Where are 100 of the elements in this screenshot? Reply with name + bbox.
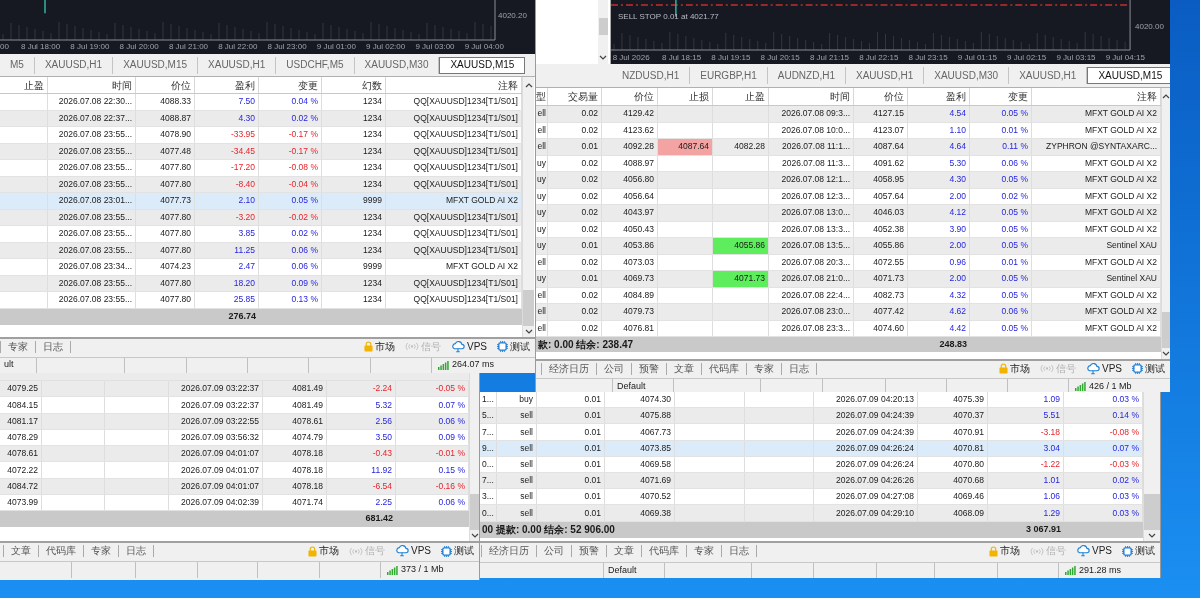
table-row[interactable]: 4078.61 2026.07.09 04:01:07 4078.18 -0.43 -0.01 % <box>0 446 469 463</box>
chart-tab[interactable]: XAUUSD,H1 <box>34 56 114 74</box>
tester-button[interactable]: 测试 <box>436 545 479 557</box>
table-row[interactable]: 5... sell 0.01 4075.88 2026.07.09 04:24:39 4070.37 5.51 0.14 % <box>480 408 1143 425</box>
table-row[interactable]: 2026.07.08 23:01... 4077.73 2.10 0.05 % 9999 MFXT GOLD AI X2 <box>0 193 522 210</box>
table-row[interactable]: 2026.07.08 23:55... 4077.80 25.85 0.13 % 1234 QQ[XAUUSD]1234[T1/S01] <box>0 292 522 309</box>
panel-tab[interactable]: 代码库 <box>39 545 84 557</box>
column-header[interactable]: 变更 <box>259 77 322 93</box>
chevron-down-icon[interactable] <box>470 533 479 538</box>
panel-tab[interactable]: 专家 <box>687 545 722 557</box>
column-header[interactable]: 止损 <box>658 88 713 105</box>
tester-button[interactable]: 测试 <box>1117 545 1160 557</box>
vps-button[interactable]: VPS <box>1071 545 1117 557</box>
panel-tab[interactable]: 专家 <box>747 362 782 375</box>
chart-tab[interactable]: M5 <box>0 56 35 74</box>
panel-tab[interactable]: 代码库 <box>642 545 687 557</box>
column-header[interactable]: 止盈 <box>0 77 48 93</box>
market-button[interactable]: 市场 <box>994 363 1035 374</box>
tester-button[interactable]: 测试 <box>1127 363 1170 374</box>
chevron-down-icon[interactable] <box>524 328 533 334</box>
tester-button[interactable]: 测试 <box>492 341 535 352</box>
chevron-up-icon[interactable] <box>1162 94 1170 99</box>
chevron-down-icon[interactable] <box>1162 351 1170 356</box>
panel-tab[interactable]: 公司 <box>597 362 632 375</box>
column-header[interactable]: 交易量 <box>548 88 602 105</box>
chevron-up-icon[interactable] <box>524 83 533 88</box>
column-header[interactable]: 价位 <box>854 88 908 105</box>
table-row[interactable] <box>0 373 469 381</box>
market-button[interactable]: 市场 <box>359 341 400 352</box>
panel-tab[interactable]: 公司 <box>537 545 572 557</box>
panel-tab[interactable]: 文章 <box>607 545 642 557</box>
chart-tab[interactable]: AUDNZD,H1 <box>767 67 846 84</box>
table-row[interactable]: ell 0.01 4092.28 4087.64 4082.28 2026.07.08 11:1... 4087.64 4.64 0.11 % ZYPHRON @SYNTAXARC... <box>536 139 1161 156</box>
column-header[interactable]: 时间 <box>48 77 136 93</box>
table-row[interactable]: 2026.07.08 22:30... 4088.33 7.50 0.04 % 1234 QQ[XAUUSD]1234[T1/S01] <box>0 94 522 111</box>
column-header[interactable]: 价位 <box>136 77 195 93</box>
table-row[interactable]: ell 0.02 4079.73 2026.07.08 23:0... 4077.42 4.62 0.06 % MFXT GOLD AI X2 <box>536 304 1161 321</box>
panel-tab[interactable]: 代码库 <box>702 362 747 375</box>
panel-tab[interactable]: 预警 <box>632 362 667 375</box>
column-header[interactable]: 止盈 <box>713 88 769 105</box>
chevron-down-icon[interactable] <box>599 55 607 60</box>
panel-tab[interactable]: 经济日历 <box>482 545 537 557</box>
column-header[interactable]: 盈利 <box>908 88 970 105</box>
table-row[interactable]: 4072.22 2026.07.09 04:01:07 4078.18 11.92 0.15 % <box>0 462 469 479</box>
scrollbar[interactable] <box>522 77 534 337</box>
scrollbar-thumb[interactable] <box>470 494 479 530</box>
chart-tab[interactable]: XAUUSD,H1 <box>846 67 925 84</box>
scrollbar-thumb[interactable] <box>523 289 534 326</box>
table-row[interactable]: 2026.07.08 23:55... 4078.90 -33.95 -0.17 % 1234 QQ[XAUUSD]1234[T1/S01] <box>0 127 522 144</box>
panel-tab[interactable]: 专家 <box>1 340 36 353</box>
table-row[interactable]: 2026.07.08 23:55... 4077.80 -17.20 -0.08 % 1234 QQ[XAUUSD]1234[T1/S01] <box>0 160 522 177</box>
chart-tab[interactable]: XAUUSD,M15 <box>439 56 526 74</box>
panel-tab[interactable]: 日志 <box>36 340 71 353</box>
panel-tab[interactable]: 经济日历 <box>542 362 597 375</box>
chart-tab[interactable]: USDCHF,M5 <box>276 56 355 74</box>
chart-tab[interactable]: XAUUSD,M30 <box>924 67 1010 84</box>
table-row[interactable]: 3... sell 0.01 4070.52 2026.07.09 04:27:08 4069.46 1.06 0.03 % <box>480 489 1143 506</box>
table-row[interactable]: uy 0.01 4069.73 4071.73 2026.07.08 21:0... 4071.73 2.00 0.05 % Sentinel XAU <box>536 271 1161 288</box>
chart-tab[interactable]: XAUUSD,H1 <box>198 56 277 74</box>
vps-button[interactable]: VPS <box>390 545 436 557</box>
panel-tab[interactable]: 文章 <box>667 362 702 375</box>
table-row[interactable]: 0... sell 0.01 4069.38 2026.07.09 04:29:10 4068.09 1.29 0.03 % <box>480 505 1143 522</box>
table-row[interactable]: uy 0.01 4053.86 4055.86 2026.07.08 13:5... 4055.86 2.00 0.05 % Sentinel XAU <box>536 238 1161 255</box>
panel-tab[interactable]: 预警 <box>572 545 607 557</box>
market-button[interactable]: 市场 <box>984 545 1025 557</box>
chart-tab[interactable]: NZDUSD,H1 <box>612 67 691 84</box>
table-row[interactable]: 1... buy 0.01 4074.30 2026.07.09 04:20:13 4075.39 1.09 0.03 % <box>480 392 1143 409</box>
panel-tab[interactable]: 日志 <box>722 545 757 557</box>
column-header[interactable]: 型 <box>536 88 548 105</box>
scrollbar-thumb[interactable] <box>598 18 608 35</box>
panel-tab[interactable]: 日志 <box>782 362 817 375</box>
table-row[interactable]: uy 0.02 4043.97 2026.07.08 13:0... 4046.03 4.12 0.05 % MFXT GOLD AI X2 <box>536 205 1161 222</box>
column-header[interactable]: 时间 <box>769 88 854 105</box>
panel-tab[interactable]: 文章 <box>4 545 39 557</box>
column-header[interactable]: 价位 <box>602 88 658 105</box>
column-header[interactable]: 变更 <box>970 88 1032 105</box>
table-row[interactable]: 4084.15 2026.07.09 03:22:37 4081.49 5.32 0.07 % <box>0 397 469 414</box>
scrollbar-thumb[interactable] <box>1144 493 1160 530</box>
scrollbar[interactable] <box>469 373 479 541</box>
table-row[interactable]: ell 0.02 4129.42 2026.07.08 09:3... 4127.15 4.54 0.05 % MFXT GOLD AI X2 <box>536 106 1161 123</box>
panel-tab[interactable]: 日志 <box>119 545 154 557</box>
column-header[interactable]: 幻数 <box>322 77 386 93</box>
table-row[interactable]: 2026.07.08 23:34... 4074.23 2.47 0.06 % 9999 MFXT GOLD AI X2 <box>0 259 522 276</box>
table-row[interactable]: uy 0.02 4056.80 2026.07.08 12:1... 4058.95 4.30 0.05 % MFXT GOLD AI X2 <box>536 172 1161 189</box>
table-row[interactable]: 7... sell 0.01 4067.73 2026.07.09 04:24:39 4070.91 -3.18 -0.08 % <box>480 424 1143 441</box>
chart-tab[interactable]: XAUUSD,M15 <box>113 56 199 74</box>
chevron-down-icon[interactable] <box>1148 532 1156 538</box>
column-header[interactable]: 盈利 <box>195 77 259 93</box>
market-button[interactable]: 市场 <box>303 545 344 557</box>
table-row[interactable]: 4079.25 2026.07.09 03:22:37 4081.49 -2.24 -0.05 % <box>0 381 469 398</box>
vps-button[interactable]: VPS <box>446 340 492 353</box>
scrollbar[interactable] <box>1161 88 1170 359</box>
scrollbar-thumb[interactable] <box>1162 312 1170 348</box>
chart-tab[interactable]: XAUUSD,M15 <box>1087 67 1170 84</box>
panel-tab[interactable]: 专家 <box>84 545 119 557</box>
vps-button[interactable]: VPS <box>1081 362 1127 375</box>
scrollbar[interactable] <box>598 0 608 64</box>
chart-tab[interactable]: EURGBP,H1 <box>690 67 768 84</box>
table-row[interactable]: 2026.07.08 23:55... 4077.80 3.85 0.02 % 1234 QQ[XAUUSD]1234[T1/S01] <box>0 226 522 243</box>
scrollbar[interactable] <box>1143 392 1160 541</box>
